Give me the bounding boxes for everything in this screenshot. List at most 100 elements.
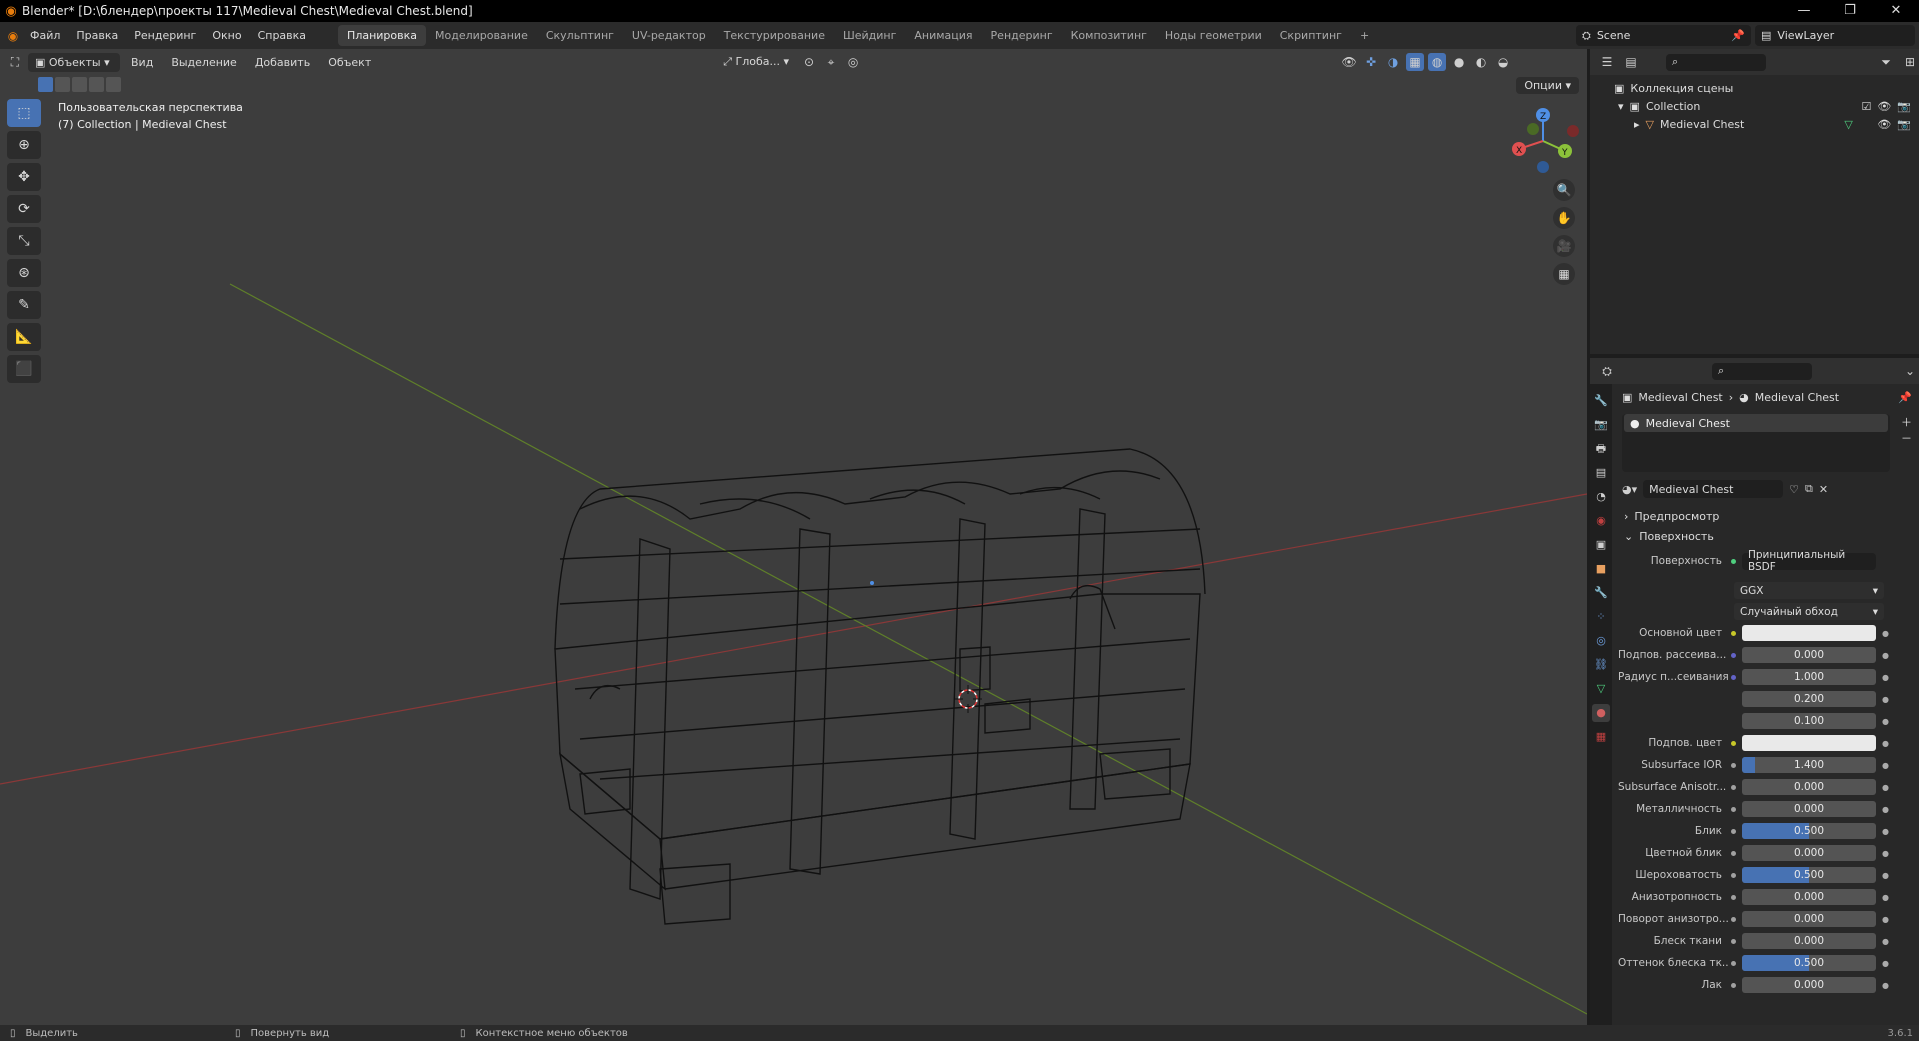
material-slot-item[interactable]: ● Medieval Chest (1624, 414, 1888, 432)
material-shading-icon[interactable]: ◐ (1472, 53, 1490, 71)
view-layer-tab-icon[interactable]: ▤ (1592, 464, 1610, 482)
socket-icon[interactable] (1728, 936, 1738, 946)
snap-icon[interactable]: ⌖ (822, 53, 840, 71)
tab-geometry-nodes[interactable]: Ноды геометрии (1156, 25, 1271, 46)
keyframe-dot-icon[interactable]: ● (1882, 915, 1892, 924)
select-new-icon[interactable] (38, 77, 53, 92)
tab-uv-editing[interactable]: UV-редактор (623, 25, 715, 46)
blender-menu-icon[interactable]: ◉ (4, 27, 22, 45)
physics-tab-icon[interactable]: ◎ (1592, 632, 1610, 650)
solid-shading-icon[interactable]: ● (1450, 53, 1468, 71)
socket-icon[interactable] (1728, 804, 1738, 814)
expand-arrow-icon[interactable]: ▸ (1634, 118, 1640, 131)
scene-selector[interactable]: ⛭ Scene 📌 (1576, 25, 1751, 46)
keyframe-dot-icon[interactable]: ● (1882, 673, 1892, 682)
socket-icon[interactable] (1728, 826, 1738, 836)
surface-shader-dropdown[interactable]: Принципиальный BSDF (1742, 549, 1876, 573)
collection-tab-icon[interactable]: ▣ (1592, 536, 1610, 554)
move-tool[interactable]: ✥ (7, 163, 41, 191)
number-field[interactable]: 0.000 (1742, 845, 1876, 861)
number-field[interactable]: 0.500 (1742, 955, 1876, 971)
xray-icon[interactable]: ▦ (1406, 53, 1425, 71)
outliner-search-input[interactable]: ⌕ (1666, 53, 1766, 71)
editor-type-icon[interactable]: ☰ (1598, 53, 1616, 71)
mesh-data-icon[interactable]: ▽ (1844, 118, 1852, 131)
keyframe-dot-icon[interactable]: ● (1882, 849, 1892, 858)
menu-view[interactable]: Вид (124, 53, 160, 72)
keyframe-dot-icon[interactable]: ● (1882, 717, 1892, 726)
number-field[interactable]: 0.000 (1742, 977, 1876, 993)
socket-icon[interactable] (1728, 760, 1738, 770)
cursor-tool[interactable]: ⊕ (7, 131, 41, 159)
socket-icon[interactable] (1728, 980, 1738, 990)
socket-icon[interactable] (1728, 672, 1738, 682)
keyframe-dot-icon[interactable]: ● (1882, 761, 1892, 770)
display-mode-icon[interactable]: ▤ (1622, 53, 1640, 71)
number-field[interactable]: 1.000 (1742, 669, 1876, 685)
transform-tool[interactable]: ⊛ (7, 259, 41, 287)
new-collection-icon[interactable]: ⊞ (1901, 53, 1919, 71)
duplicate-icon[interactable]: ⧉ (1805, 482, 1813, 496)
tab-sculpting[interactable]: Скульптинг (537, 25, 623, 46)
add-slot-icon[interactable]: ＋ (1901, 414, 1912, 430)
camera-icon[interactable]: 📷 (1897, 100, 1911, 113)
color-swatch[interactable] (1742, 625, 1876, 641)
menu-render[interactable]: Рендеринг (126, 29, 204, 42)
socket-icon[interactable] (1728, 628, 1738, 638)
number-field[interactable]: 0.000 (1742, 801, 1876, 817)
number-field[interactable]: 0.200 (1742, 691, 1876, 707)
socket-icon[interactable] (1728, 650, 1738, 660)
zoom-icon[interactable]: 🔍 (1553, 179, 1575, 201)
add-workspace-button[interactable]: + (1351, 25, 1378, 46)
menu-select[interactable]: Выделение (164, 53, 244, 72)
pin-icon[interactable]: 📌 (1731, 29, 1745, 42)
view-layer-selector[interactable]: ▤ ViewLayer (1755, 25, 1915, 46)
tab-rendering[interactable]: Рендеринг (982, 25, 1062, 46)
tab-scripting[interactable]: Скриптинг (1271, 25, 1351, 46)
keyframe-dot-icon[interactable]: ● (1882, 695, 1892, 704)
tab-animation[interactable]: Анимация (905, 25, 981, 46)
keyframe-dot-icon[interactable]: ● (1882, 651, 1892, 660)
add-cube-tool[interactable]: ⬛ (7, 355, 41, 383)
remove-slot-icon[interactable]: － (1901, 430, 1912, 446)
select-intersect-icon[interactable] (106, 77, 121, 92)
material-tab-icon[interactable]: ● (1592, 704, 1610, 722)
menu-file[interactable]: Файл (22, 29, 68, 42)
distribution-dropdown[interactable]: GGX ▾ (1734, 582, 1884, 599)
panel-preview[interactable]: › Предпросмотр (1618, 506, 1918, 526)
material-browse-icon[interactable]: ◕▾ (1622, 483, 1637, 496)
eye-icon[interactable]: 👁 (1877, 100, 1891, 113)
keyframe-dot-icon[interactable]: ● (1882, 959, 1892, 968)
navigation-gizmo[interactable]: Y Z X (1503, 101, 1583, 181)
socket-icon[interactable] (1728, 914, 1738, 924)
menu-object[interactable]: Объект (321, 53, 378, 72)
subsurface-method-dropdown[interactable]: Случайный обход ▾ (1734, 603, 1884, 620)
ortho-toggle-icon[interactable]: ▦ (1553, 263, 1575, 285)
rotate-tool[interactable]: ⟳ (7, 195, 41, 223)
tab-compositing[interactable]: Композитинг (1062, 25, 1156, 46)
proportional-edit-icon[interactable]: ◎ (844, 53, 862, 71)
output-tab-icon[interactable]: 🖶 (1592, 440, 1610, 458)
render-tab-icon[interactable]: 📷 (1592, 416, 1610, 434)
socket-icon[interactable] (1728, 870, 1738, 880)
editor-type-icon[interactable]: ⛶ (6, 53, 24, 71)
pan-hand-icon[interactable]: ✋ (1553, 207, 1575, 229)
keyframe-dot-icon[interactable]: ● (1882, 937, 1892, 946)
number-field[interactable]: 0.000 (1742, 911, 1876, 927)
object-tab-icon[interactable]: ■ (1592, 560, 1610, 578)
close-icon[interactable]: ✕ (1873, 0, 1919, 22)
minimize-icon[interactable]: — (1781, 0, 1827, 22)
keyframe-dot-icon[interactable]: ● (1882, 783, 1892, 792)
3d-viewport[interactable]: ⛶ ▣ Объекты ▾ Вид Выделение Добавить Объ… (0, 49, 1587, 1025)
particles-tab-icon[interactable]: ⁘ (1592, 608, 1610, 626)
number-field[interactable]: 0.000 (1742, 933, 1876, 949)
keyframe-dot-icon[interactable]: ● (1882, 827, 1892, 836)
keyframe-dot-icon[interactable]: ● (1882, 893, 1892, 902)
socket-icon[interactable] (1728, 782, 1738, 792)
checkbox-icon[interactable]: ☑ (1861, 100, 1871, 113)
texture-tab-icon[interactable]: ▦ (1592, 728, 1610, 746)
scale-tool[interactable]: ⤡ (7, 227, 41, 255)
menu-help[interactable]: Справка (250, 29, 314, 42)
mode-dropdown[interactable]: ▣ Объекты ▾ (28, 52, 120, 72)
gizmo-toggle-icon[interactable]: ✜ (1362, 53, 1380, 71)
